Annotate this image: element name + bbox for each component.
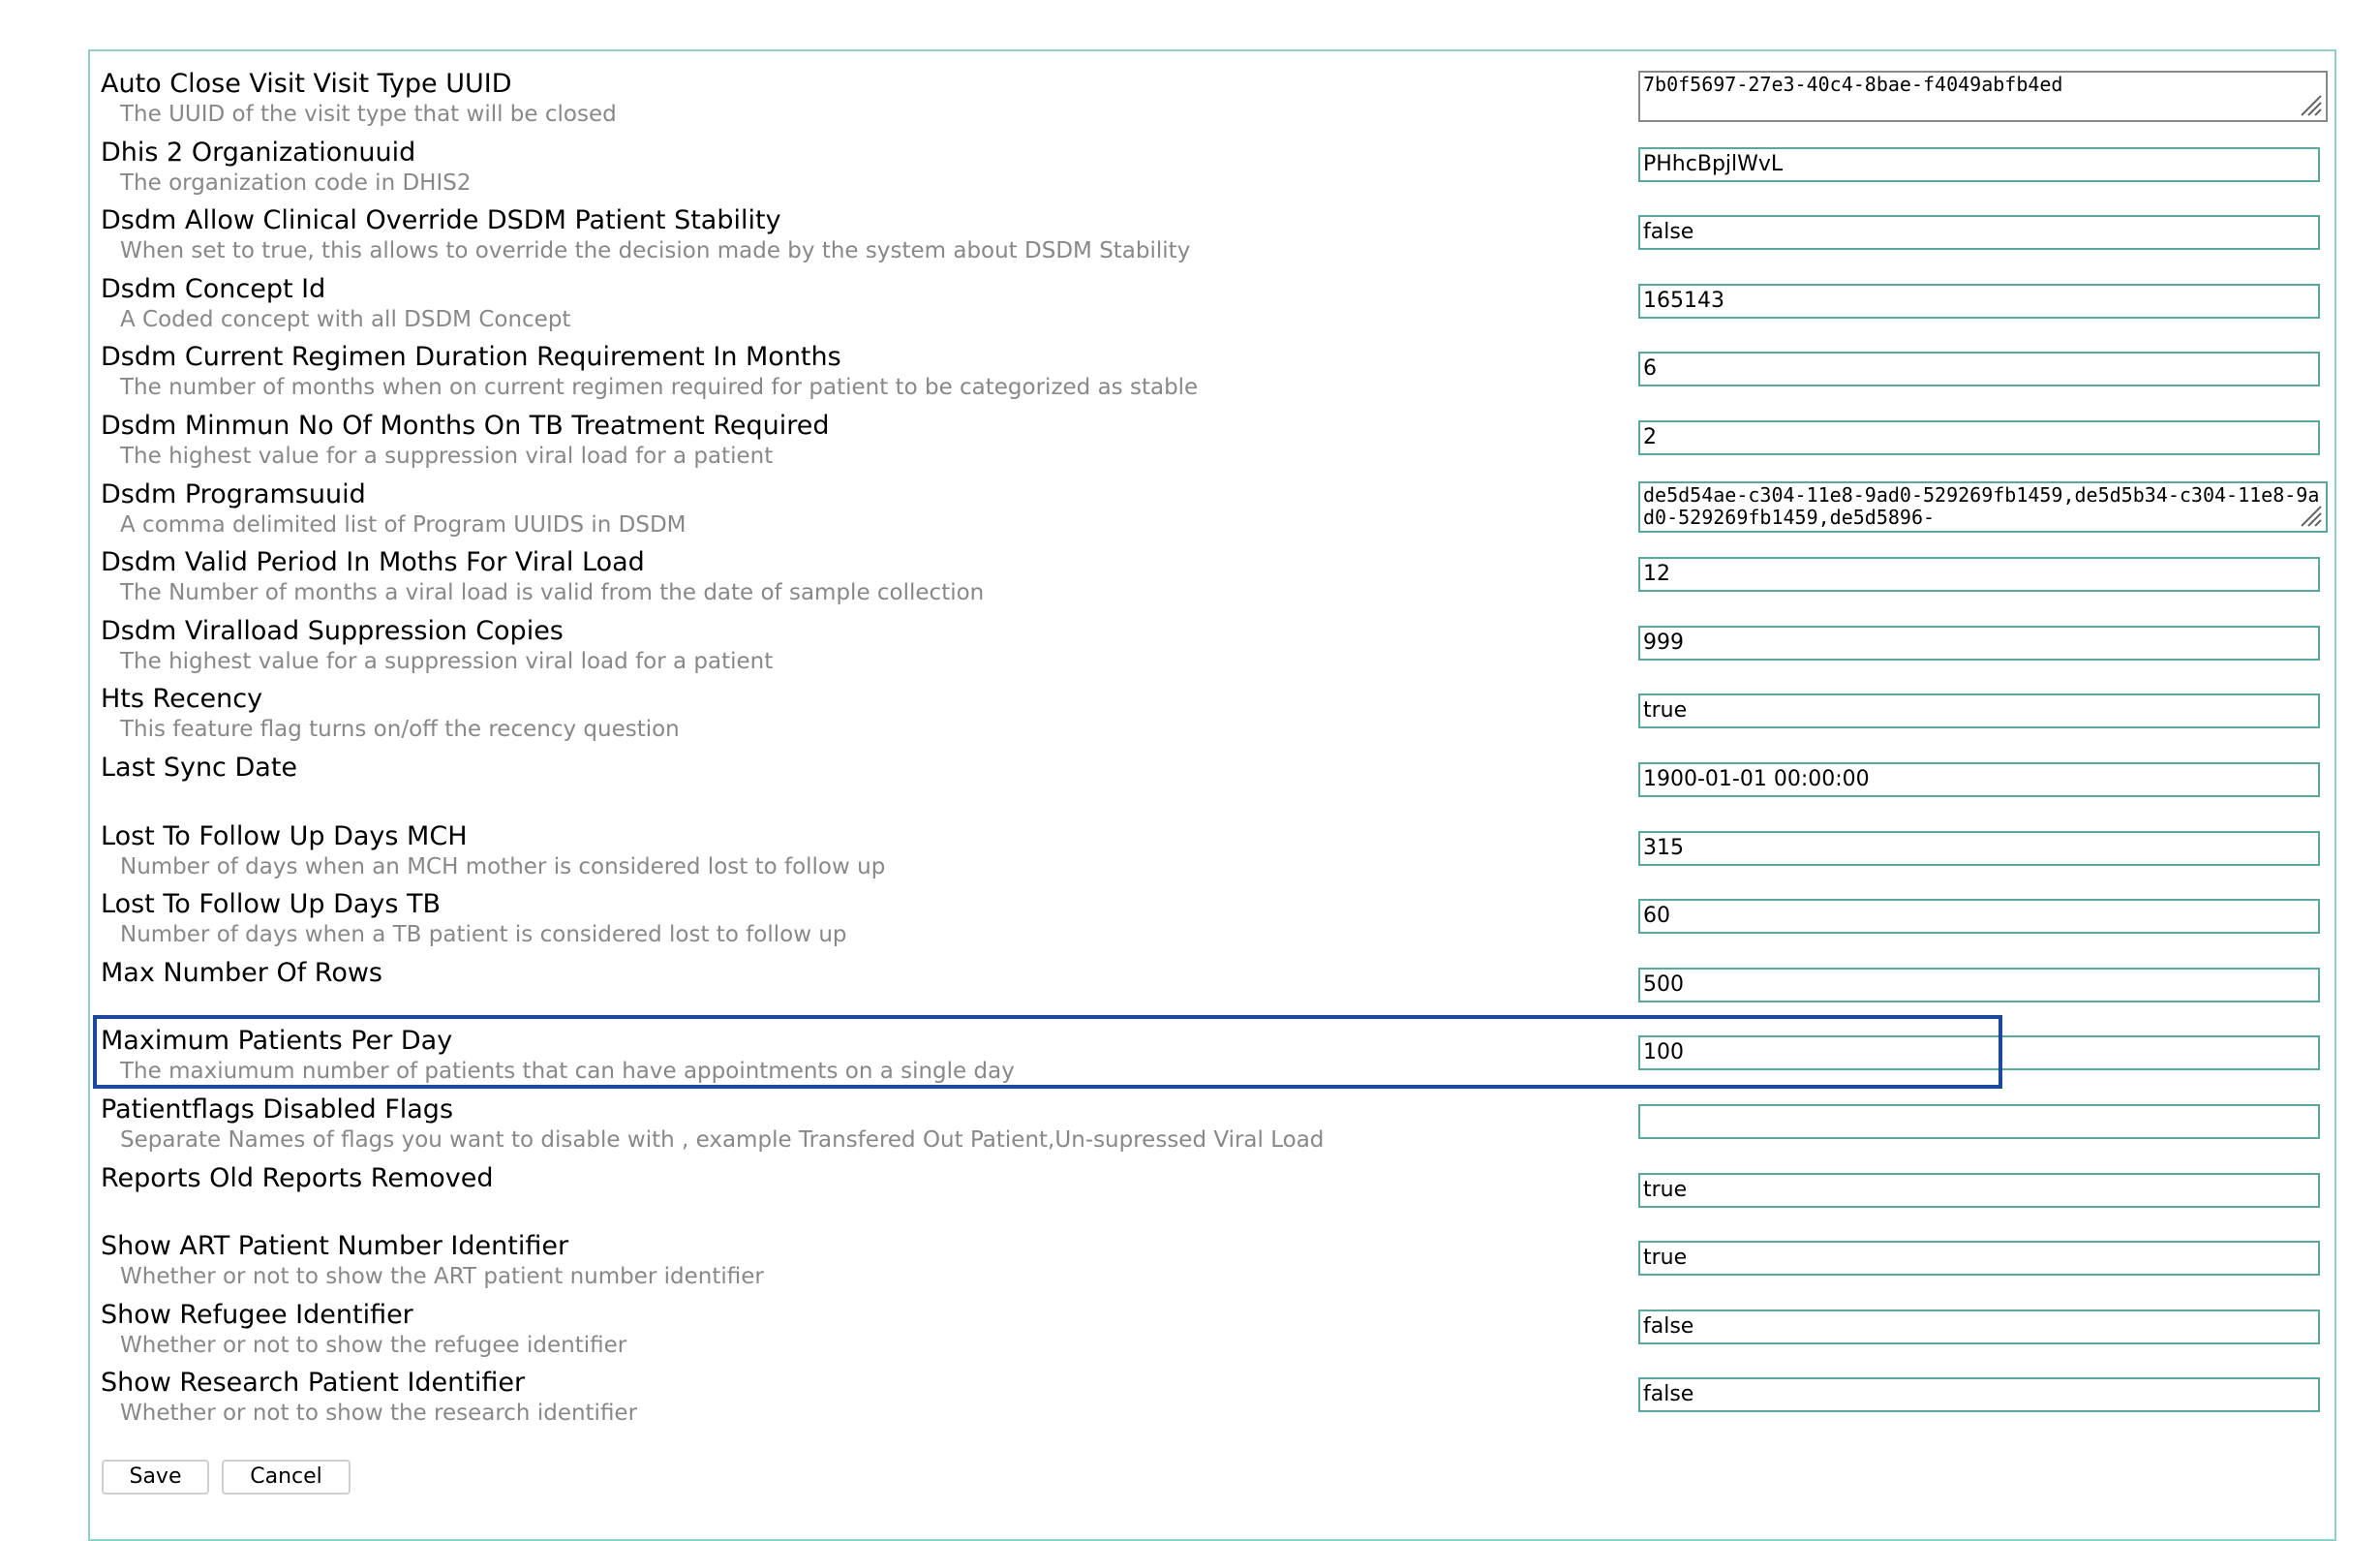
setting-name: Dsdm Valid Period In Moths For Viral Loa… <box>101 547 645 577</box>
setting-row: Dsdm Minmun No Of Months On TB Treatment… <box>101 410 2328 478</box>
setting-description: Whether or not to show the refugee ident… <box>120 1333 627 1358</box>
setting-row: Show Refugee Identifier Whether or not to… <box>101 1299 2328 1367</box>
setting-name: Max Number Of Rows <box>101 958 383 988</box>
setting-value-input[interactable]: 999 <box>1638 626 2320 661</box>
setting-name: Last Sync Date <box>101 753 298 783</box>
setting-row: Dsdm Viralload Suppression Copies The hig… <box>101 615 2328 683</box>
setting-row: Dhis 2 Organizationuuid The organization … <box>101 137 2328 204</box>
setting-row: Lost To Follow Up Days MCH Number of days… <box>101 820 2328 888</box>
setting-value-textarea[interactable]: 7b0f5697-27e3-40c4-8bae-f4049abfb4ed <box>1638 71 2328 122</box>
setting-row: Auto Close Visit Visit Type UUID The UUID… <box>101 68 2328 136</box>
setting-value-input[interactable]: true <box>1638 693 2320 728</box>
setting-value-input[interactable]: 6 <box>1638 352 2320 386</box>
resize-grip-icon[interactable] <box>2298 503 2323 528</box>
resize-grip-icon[interactable] <box>2298 92 2323 117</box>
setting-name: Dsdm Programsuuid <box>101 479 366 509</box>
setting-description: This feature flag turns on/off the recen… <box>120 717 680 742</box>
setting-description: Number of days when a TB patient is cons… <box>120 922 847 947</box>
setting-name: Maximum Patients Per Day <box>101 1026 453 1056</box>
setting-value-input[interactable]: 500 <box>1638 968 2320 1002</box>
setting-row: Show Research Patient Identifier Whether … <box>101 1367 2328 1434</box>
setting-description: Whether or not to show the ART patient n… <box>120 1264 764 1289</box>
setting-value-input[interactable]: PHhcBpjlWvL <box>1638 147 2320 182</box>
cancel-button[interactable]: Cancel <box>222 1460 351 1495</box>
save-button[interactable]: Save <box>102 1460 209 1495</box>
setting-description: The highest value for a suppression vira… <box>120 444 774 469</box>
setting-name: Dsdm Concept Id <box>101 274 326 304</box>
setting-row: Max Number Of Rows 500 <box>101 957 2328 1025</box>
setting-description: The organization code in DHIS2 <box>120 170 472 196</box>
setting-name: Dsdm Allow Clinical Override DSDM Patien… <box>101 205 781 235</box>
setting-value-text: de5d54ae-c304-11e8-9ad0-529269fb1459,de5… <box>1643 483 2320 529</box>
setting-value-input[interactable]: 60 <box>1638 899 2320 934</box>
setting-value-input[interactable]: true <box>1638 1241 2320 1276</box>
setting-description: The number of months when on current reg… <box>120 375 1199 400</box>
setting-description: The highest value for a suppression vira… <box>120 649 774 674</box>
setting-value-input[interactable]: 315 <box>1638 831 2320 866</box>
setting-name: Dsdm Viralload Suppression Copies <box>101 616 564 646</box>
setting-description: The maxiumum number of patients that can… <box>120 1059 1015 1084</box>
setting-value-input[interactable]: false <box>1638 215 2320 250</box>
setting-description: Number of days when an MCH mother is con… <box>120 854 886 879</box>
setting-description: The UUID of the visit type that will be … <box>120 102 617 127</box>
setting-row: Dsdm Programsuuid A comma delimited list … <box>101 478 2328 546</box>
setting-row: Maximum Patients Per Day The maxiumum num… <box>101 1025 2328 1093</box>
setting-value-text: 7b0f5697-27e3-40c4-8bae-f4049abfb4ed <box>1643 73 2063 96</box>
setting-value-input[interactable]: 2 <box>1638 420 2320 455</box>
setting-name: Dsdm Current Regimen Duration Requiremen… <box>101 342 841 372</box>
setting-value-input[interactable] <box>1638 1104 2320 1139</box>
setting-name: Dsdm Minmun No Of Months On TB Treatment… <box>101 411 830 441</box>
setting-row: Show ART Patient Number Identifier Whethe… <box>101 1230 2328 1298</box>
setting-value-textarea[interactable]: de5d54ae-c304-11e8-9ad0-529269fb1459,de5… <box>1638 481 2328 533</box>
setting-row: Patientflags Disabled Flags Separate Name… <box>101 1094 2328 1161</box>
setting-name: Show ART Patient Number Identifier <box>101 1231 569 1261</box>
setting-name: Lost To Follow Up Days TB <box>101 889 442 919</box>
setting-row: Dsdm Allow Clinical Override DSDM Patien… <box>101 204 2328 272</box>
setting-description: A comma delimited list of Program UUIDS … <box>120 512 687 538</box>
setting-value-input[interactable]: true <box>1638 1173 2320 1208</box>
setting-name: Auto Close Visit Visit Type UUID <box>101 69 512 99</box>
setting-value-input[interactable]: false <box>1638 1377 2320 1412</box>
setting-row: Dsdm Valid Period In Moths For Viral Loa… <box>101 546 2328 614</box>
setting-row: Lost To Follow Up Days TB Number of days … <box>101 888 2328 956</box>
setting-value-input[interactable]: false <box>1638 1310 2320 1344</box>
setting-row: Hts Recency This feature flag turns on/of… <box>101 683 2328 751</box>
setting-name: Dhis 2 Organizationuuid <box>101 138 416 168</box>
setting-name: Patientflags Disabled Flags <box>101 1094 454 1125</box>
setting-value-input[interactable]: 12 <box>1638 557 2320 592</box>
setting-description: When set to true, this allows to overrid… <box>120 238 1191 263</box>
setting-value-input[interactable]: 1900-01-01 00:00:00 <box>1638 762 2320 797</box>
setting-description: Separate Names of flags you want to disa… <box>120 1127 1325 1153</box>
setting-description: Whether or not to show the research iden… <box>120 1401 638 1426</box>
setting-name: Hts Recency <box>101 684 263 714</box>
setting-name: Reports Old Reports Removed <box>101 1163 494 1193</box>
setting-value-input[interactable]: 100 <box>1638 1035 2320 1070</box>
setting-description: The Number of months a viral load is val… <box>120 580 985 605</box>
setting-description: A Coded concept with all DSDM Concept <box>120 307 571 332</box>
setting-row: Dsdm Concept Id A Coded concept with all … <box>101 273 2328 341</box>
setting-name: Show Refugee Identifier <box>101 1300 413 1330</box>
setting-name: Lost To Follow Up Days MCH <box>101 821 468 851</box>
setting-row: Last Sync Date 1900-01-01 00:00:00 <box>101 752 2328 819</box>
setting-row: Reports Old Reports Removed true <box>101 1162 2328 1230</box>
setting-row: Dsdm Current Regimen Duration Requiremen… <box>101 341 2328 409</box>
setting-name: Show Research Patient Identifier <box>101 1368 526 1398</box>
setting-value-input[interactable]: 165143 <box>1638 284 2320 319</box>
